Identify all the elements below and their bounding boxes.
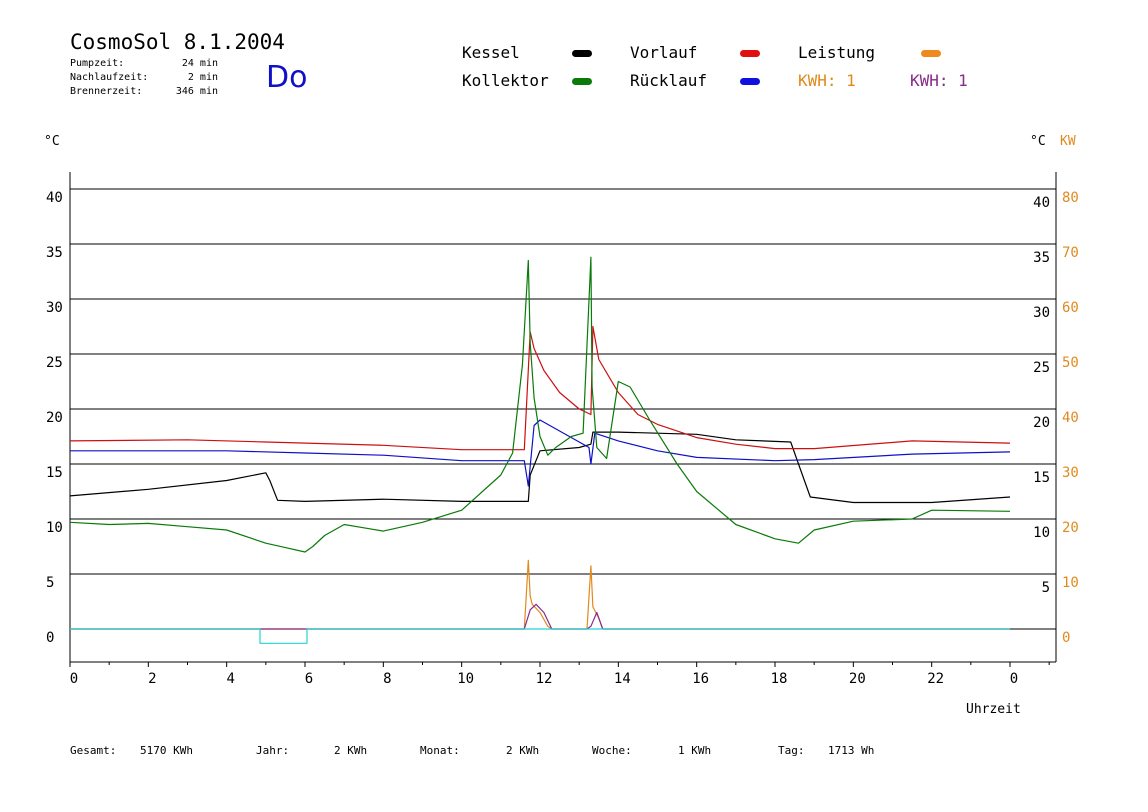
x-tick-label: 8 bbox=[383, 671, 391, 687]
footer-tag-label: Tag: bbox=[778, 744, 805, 757]
series-kwh2-line bbox=[70, 603, 1010, 630]
footer-jahr-value: 2 KWh bbox=[334, 744, 368, 757]
y2-tick-label: 0 bbox=[1062, 630, 1070, 646]
series-leistung-line bbox=[70, 559, 1010, 630]
y-left-tick-label: 40 bbox=[46, 190, 63, 206]
series-vorlauf-line bbox=[69, 325, 1011, 451]
footer-gesamt-value: 5170 KWh bbox=[140, 744, 193, 757]
y-left-tick-label: 30 bbox=[46, 300, 63, 316]
footer-woche-label: Woche: bbox=[592, 744, 632, 757]
y-left-tick-label: 10 bbox=[46, 520, 63, 536]
y-left-tick-label: 20 bbox=[46, 410, 63, 426]
chart-axes bbox=[69, 172, 1057, 667]
x-tick-label: 18 bbox=[771, 671, 788, 687]
x-tick-label: 0 bbox=[70, 671, 78, 687]
x-tick-label: 14 bbox=[614, 671, 631, 687]
series-kessel-line bbox=[69, 431, 1011, 504]
x-tick-label: 16 bbox=[692, 671, 709, 687]
footer-tag-value: 1713 Wh bbox=[828, 744, 875, 757]
y-left-tick-label: 0 bbox=[46, 630, 54, 646]
x-tick-label: 6 bbox=[305, 671, 313, 687]
x-tick-label: 12 bbox=[536, 671, 553, 687]
y2-tick-label: 10 bbox=[1062, 575, 1079, 591]
x-tick-label: 10 bbox=[457, 671, 474, 687]
series-ruecklauf-line bbox=[70, 419, 1011, 487]
tick-labels: 0 2 4 6 8 10 12 14 16 18 20 22 0 0 5 10 15 20 25 30 35 40 5 10 1… bbox=[46, 190, 1079, 687]
x-tick-label: 4 bbox=[226, 671, 234, 687]
y2-tick-label: 70 bbox=[1062, 245, 1079, 261]
y-right-tick-label: 5 bbox=[1042, 580, 1050, 596]
y-left-tick-label: 35 bbox=[46, 245, 63, 261]
x-tick-label: 22 bbox=[927, 671, 944, 687]
footer-monat-value: 2 KWh bbox=[506, 744, 540, 757]
y-right-tick-label: 40 bbox=[1033, 195, 1050, 211]
footer-gesamt-label: Gesamt: bbox=[70, 744, 117, 757]
y-right-tick-label: 30 bbox=[1033, 305, 1050, 321]
y2-tick-label: 40 bbox=[1062, 410, 1079, 426]
footer-jahr-label: Jahr: bbox=[256, 744, 290, 757]
x-tick-label: 0 bbox=[1010, 671, 1018, 687]
y-right-tick-label: 20 bbox=[1033, 415, 1050, 431]
footer-woche-value: 1 KWh bbox=[678, 744, 712, 757]
series-lines bbox=[69, 256, 1011, 644]
y2-tick-label: 60 bbox=[1062, 300, 1079, 316]
grid-lines bbox=[70, 188, 1056, 630]
y2-tick-label: 30 bbox=[1062, 465, 1079, 481]
y-right-tick-label: 15 bbox=[1033, 470, 1050, 486]
y-right-tick-label: 10 bbox=[1033, 525, 1050, 541]
x-tick-label: 2 bbox=[148, 671, 156, 687]
series-kollektor-line bbox=[69, 256, 1011, 553]
y-left-tick-label: 25 bbox=[46, 355, 63, 371]
y2-tick-label: 50 bbox=[1062, 355, 1079, 371]
y-left-tick-label: 15 bbox=[46, 465, 63, 481]
footer-monat-label: Monat: bbox=[420, 744, 460, 757]
x-tick-label: 20 bbox=[849, 671, 866, 687]
y-right-tick-label: 25 bbox=[1033, 360, 1050, 376]
y-right-tick-label: 35 bbox=[1033, 250, 1050, 266]
y2-tick-label: 80 bbox=[1062, 190, 1079, 206]
y2-tick-label: 20 bbox=[1062, 520, 1079, 536]
series-pumpe-line bbox=[70, 628, 1010, 644]
y-left-tick-label: 5 bbox=[46, 575, 54, 591]
temperature-chart: 0 2 4 6 8 10 12 14 16 18 20 22 0 0 5 10 15 20 25 30 35 40 5 10 1… bbox=[46, 172, 1079, 687]
